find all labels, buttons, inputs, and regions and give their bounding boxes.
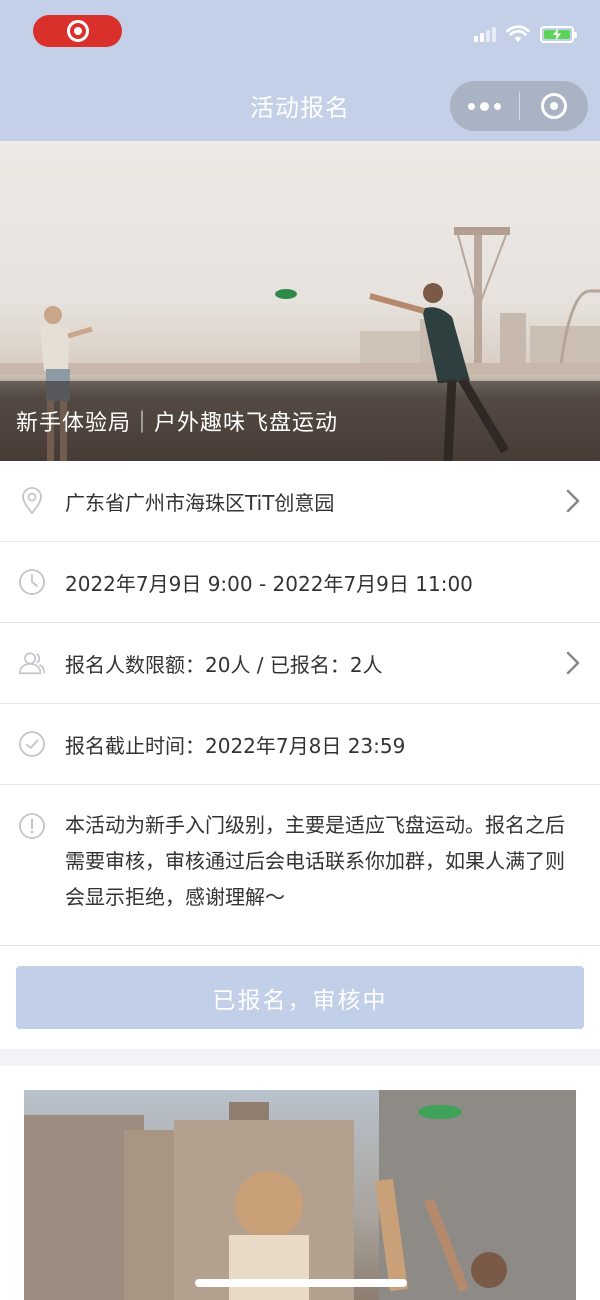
chevron-right-icon — [566, 651, 580, 675]
signup-status-button[interactable]: 已报名，审核中 — [16, 966, 584, 1029]
close-miniprogram-icon — [541, 93, 567, 119]
description-text: 本活动为新手入门级别，主要是适应飞盘运动。报名之后需要审核，审核通过后会电话联系… — [65, 813, 565, 909]
event-banner-image: 新手体验局｜户外趣味飞盘运动 — [0, 141, 600, 461]
clock-icon — [18, 568, 46, 596]
deadline-text: 报名截止时间：2022年7月8日 23:59 — [65, 733, 406, 758]
info-circle-icon — [18, 812, 46, 840]
battery-charging-icon — [540, 25, 577, 43]
close-miniprogram-button[interactable] — [520, 81, 588, 131]
signup-button-area: 已报名，审核中 — [0, 946, 600, 1049]
signal-icon — [474, 26, 496, 42]
header: 活动报名 — [0, 0, 600, 141]
miniprogram-capsule — [450, 81, 588, 131]
quota-text: 报名人数限额：20人 / 已报名：2人 — [65, 652, 383, 677]
status-bar-icons — [474, 24, 577, 44]
time-text: 2022年7月9日 9:00 - 2022年7月9日 11:00 — [65, 571, 473, 596]
check-circle-icon — [18, 730, 46, 758]
chevron-right-icon — [566, 489, 580, 513]
event-title: 新手体验局｜户外趣味飞盘运动 — [16, 411, 339, 436]
description-row: 本活动为新手入门级别，主要是适应飞盘运动。报名之后需要审核，审核通过后会电话联系… — [0, 785, 600, 946]
detail-card — [0, 1066, 600, 1300]
wifi-icon — [506, 25, 530, 42]
record-icon — [66, 20, 89, 42]
location-text: 广东省广州市海珠区TiT创意园 — [65, 490, 335, 515]
screen-record-indicator[interactable] — [33, 15, 122, 47]
deadline-row: 报名截止时间：2022年7月8日 23:59 — [0, 704, 600, 785]
time-row: 2022年7月9日 9:00 - 2022年7月9日 11:00 — [0, 542, 600, 623]
more-icon[interactable] — [450, 81, 519, 131]
location-pin-icon — [18, 487, 46, 515]
event-info-list: 广东省广州市海珠区TiT创意园 2022年7月9日 9:00 - 2022年7月… — [0, 461, 600, 1049]
event-detail-photo — [24, 1090, 576, 1300]
detail-photo-illustration — [24, 1090, 576, 1300]
banner-caption: 新手体验局｜户外趣味飞盘运动 — [0, 381, 600, 461]
people-icon — [18, 649, 46, 677]
home-indicator[interactable] — [195, 1279, 407, 1287]
location-row[interactable]: 广东省广州市海珠区TiT创意园 — [0, 461, 600, 542]
quota-row[interactable]: 报名人数限额：20人 / 已报名：2人 — [0, 623, 600, 704]
